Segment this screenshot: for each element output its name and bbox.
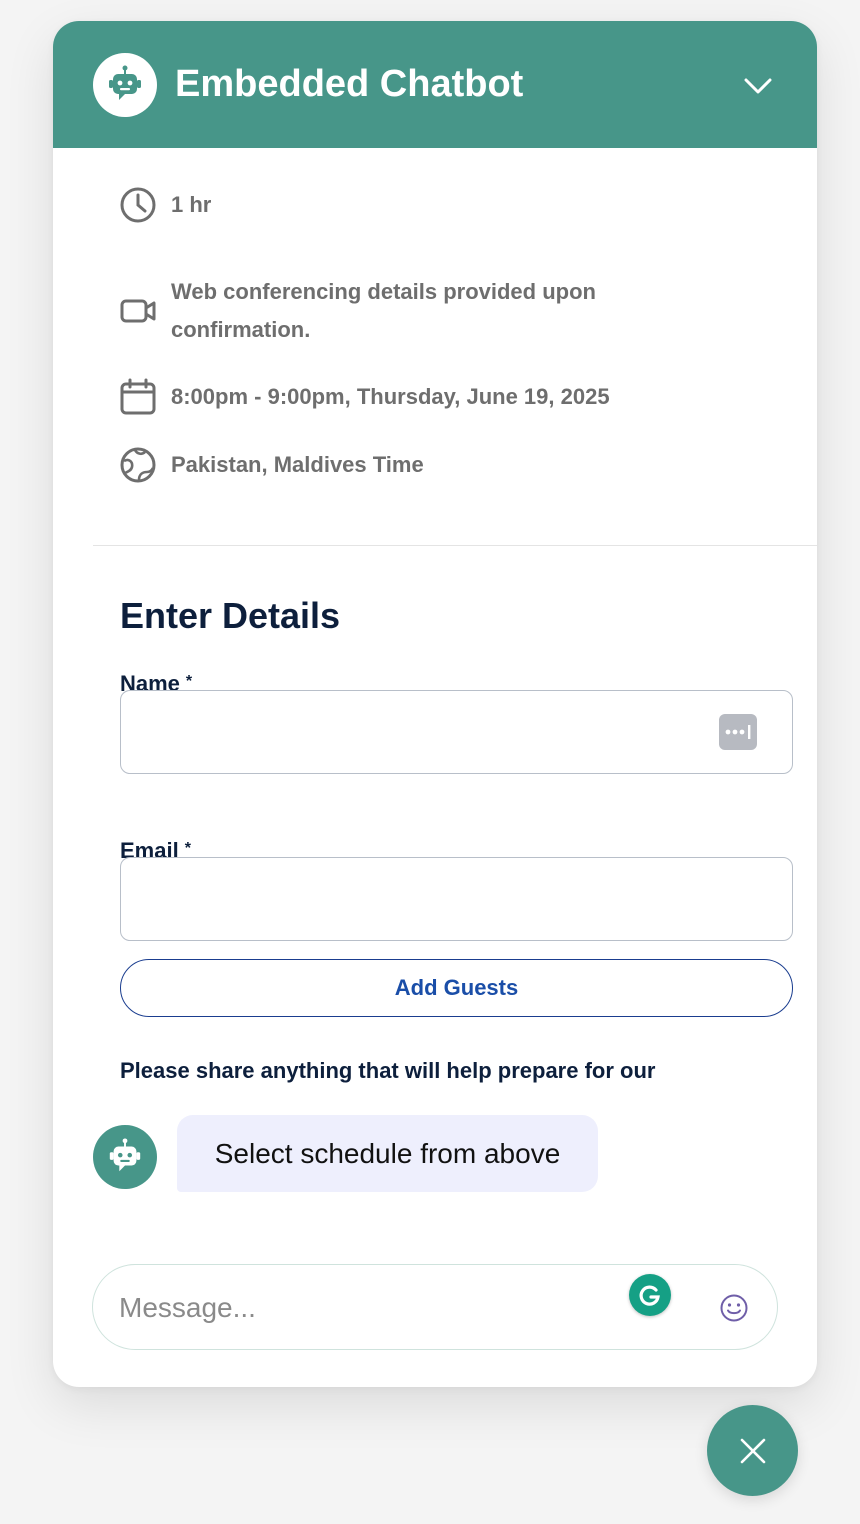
event-timezone-row: Pakistan, Maldives Time [119,446,691,484]
clock-icon [119,186,157,224]
emoji-button[interactable] [717,1291,751,1325]
bot-avatar [93,1125,157,1189]
robot-icon [109,65,141,100]
close-chat-button[interactable] [707,1405,798,1496]
globe-icon [119,446,157,484]
robot-icon [109,1138,141,1172]
calendar-icon [119,378,157,416]
chevron-down-icon [744,78,772,94]
video-camera-icon [119,292,157,330]
smiley-icon [720,1294,748,1322]
event-duration-row: 1 hr [119,186,691,224]
event-duration: 1 hr [171,192,212,217]
collapse-button[interactable] [737,65,779,107]
add-guests-button[interactable]: Add Guests [120,959,793,1017]
name-field[interactable] [120,690,793,774]
chat-header: Embedded Chatbot [53,21,817,148]
chat-title: Embedded Chatbot [175,63,524,105]
event-datetime-row: 8:00pm - 9:00pm, Thursday, June 19, 2025 [119,378,731,416]
bot-avatar-header [93,53,157,117]
bot-message-bubble: Select schedule from above [177,1115,598,1192]
event-location-row: Web conferencing details provided upon c… [119,273,691,349]
required-mark: * [184,840,191,857]
message-input[interactable] [117,1265,611,1351]
event-datetime: 8:00pm - 9:00pm, Thursday, June 19, 2025 [171,384,610,409]
required-mark: * [185,673,193,690]
message-composer [92,1264,778,1351]
notes-label: Please share anything that will help pre… [120,1058,656,1083]
section-divider [93,545,817,546]
scheduling-embed[interactable]: 1 hr Web conferencing details provided u… [53,148,817,1090]
event-timezone: Pakistan, Maldives Time [171,452,424,477]
close-icon [740,1438,765,1463]
event-location: Web conferencing details provided upon c… [171,279,596,342]
chatbot-widget: Embedded Chatbot 1 hr Web conferencing d… [53,21,817,1387]
autofill-key-icon[interactable] [719,714,757,750]
email-field[interactable] [120,857,793,941]
grammarly-icon[interactable] [629,1274,671,1316]
form-title: Enter Details [120,595,341,636]
